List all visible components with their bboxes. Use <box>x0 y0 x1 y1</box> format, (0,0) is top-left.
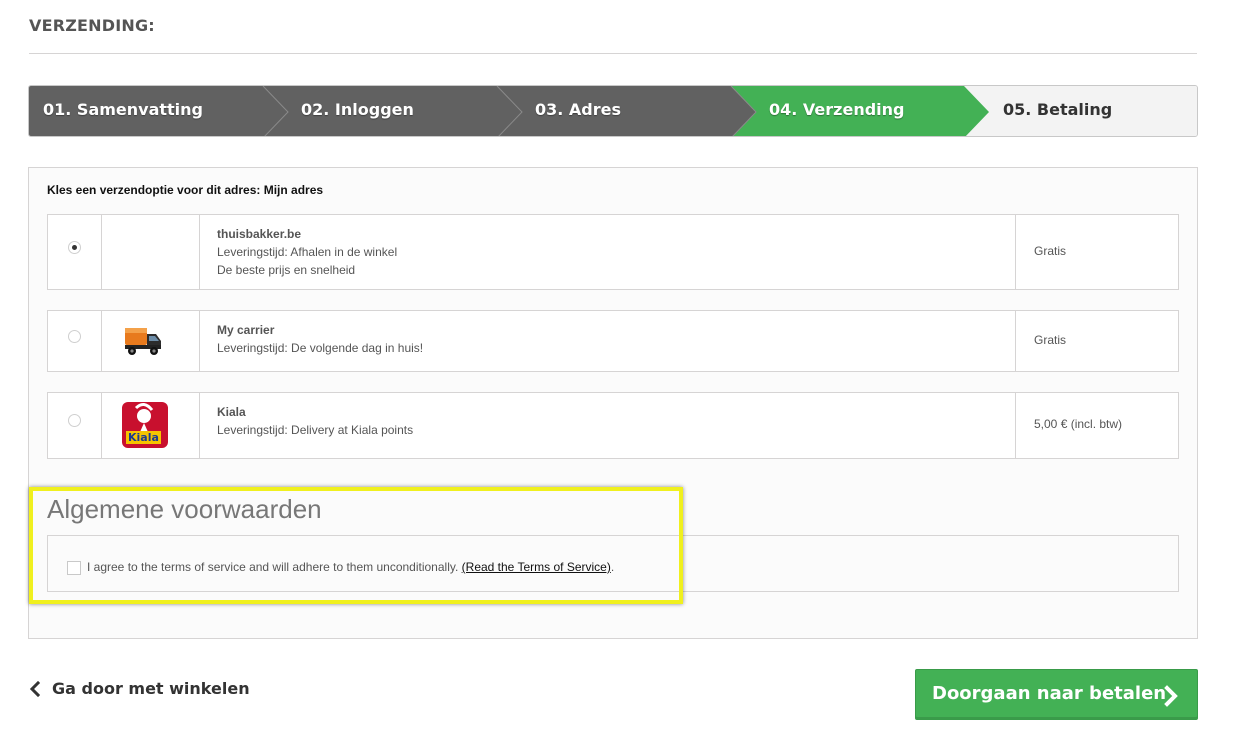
terms-period: . <box>610 560 615 574</box>
carrier-price-cell: Gratis <box>1016 215 1178 289</box>
step-verzending: 04. Verzending <box>769 100 905 119</box>
carrier-price-cell: Gratis <box>1016 311 1178 371</box>
step-betaling: 05. Betaling <box>1003 100 1113 119</box>
carrier-option-my-carrier[interactable]: My carrier Leveringstijd: De volgende da… <box>47 310 1179 372</box>
carrier-price-cell: 5,00 € (incl. btw) <box>1016 393 1178 458</box>
carrier-name: thuisbakker.be <box>217 227 302 241</box>
terms-checkbox[interactable] <box>67 561 81 575</box>
step-inloggen[interactable]: 02. Inloggen <box>301 100 414 119</box>
page-title: VERZENDING: <box>29 16 155 35</box>
terms-title: Algemene voorwaarden <box>47 494 322 524</box>
step-samenvatting[interactable]: 01. Samenvatting <box>43 100 203 119</box>
checkout-steps: 01. Samenvatting 02. Inloggen 03. Adres … <box>28 85 1198 137</box>
shipping-title: Kles een verzendoptie voor dit adres: Mi… <box>47 183 324 197</box>
carrier-logo-cell: Kiala <box>102 393 200 458</box>
chevron-left-icon <box>29 680 40 697</box>
carrier-price: Gratis <box>1034 244 1067 258</box>
carrier-option-thuisbakker[interactable]: thuisbakker.be Leveringstijd: Afhalen in… <box>47 214 1179 290</box>
truck-icon <box>125 328 161 355</box>
terms-agreement: I agree to the terms of service and will… <box>87 560 459 574</box>
continue-shopping-label: Ga door met winkelen <box>52 679 250 698</box>
proceed-to-payment-button[interactable]: Doorgaan naar betalen <box>915 669 1198 720</box>
step-adres[interactable]: 03. Adres <box>535 100 621 119</box>
terms-text: I agree to the terms of service and will… <box>87 560 614 574</box>
carrier-name: My carrier <box>217 323 275 337</box>
chevron-right-icon <box>1164 685 1178 707</box>
carrier-name: Kiala <box>217 405 246 419</box>
carrier-delivery-time: Leveringstijd: Afhalen in de winkel <box>217 245 398 259</box>
continue-shopping-link[interactable]: Ga door met winkelen <box>29 679 250 698</box>
heading-divider <box>29 53 1197 54</box>
carrier-option-kiala[interactable]: Kiala Kiala Leveringstijd: Delivery at K… <box>47 392 1179 459</box>
terms-of-service-link[interactable]: (Read the Terms of Service) <box>462 560 611 574</box>
carrier-info: thuisbakker.be Leveringstijd: Afhalen in… <box>200 215 1016 289</box>
carrier-price: Gratis <box>1034 333 1067 347</box>
carrier-info: Kiala Leveringstijd: Delivery at Kiala p… <box>200 393 1016 458</box>
carrier-price: 5,00 € (incl. btw) <box>1034 417 1123 431</box>
carrier-radio-my-carrier[interactable] <box>68 330 81 343</box>
carrier-logo-cell <box>102 311 200 371</box>
carrier-radio-cell <box>48 215 102 289</box>
kiala-logo-text: Kiala <box>126 431 161 444</box>
carrier-radio-thuisbakker[interactable] <box>68 241 81 254</box>
carrier-description: De beste prijs en snelheid <box>217 263 356 277</box>
carrier-info: My carrier Leveringstijd: De volgende da… <box>200 311 1016 371</box>
carrier-logo-cell <box>102 215 200 289</box>
terms-box: I agree to the terms of service and will… <box>47 535 1179 592</box>
kiala-logo: Kiala <box>122 402 168 448</box>
carrier-radio-cell <box>48 311 102 371</box>
carrier-radio-kiala[interactable] <box>68 414 81 427</box>
carrier-delivery-time: Leveringstijd: Delivery at Kiala points <box>217 423 414 437</box>
carrier-delivery-time: Leveringstijd: De volgende dag in huis! <box>217 341 424 355</box>
shipping-panel: Kles een verzendoptie voor dit adres: Mi… <box>28 167 1198 639</box>
proceed-to-payment-label: Doorgaan naar betalen <box>932 683 1167 704</box>
carrier-radio-cell <box>48 393 102 458</box>
